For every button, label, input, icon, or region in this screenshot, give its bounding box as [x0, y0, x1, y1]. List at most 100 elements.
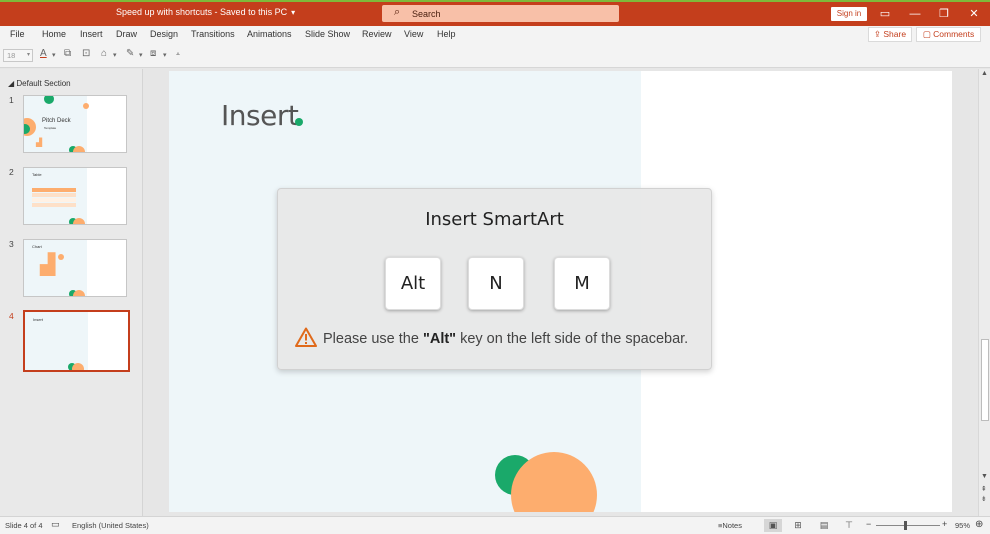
warning-message: Please use the "Alt" key on the left sid…	[295, 327, 705, 351]
decor-dot	[83, 103, 89, 109]
close-icon[interactable]: ✕	[963, 5, 985, 23]
spelling-check-icon[interactable]: ▭	[51, 519, 60, 530]
font-size-value: 18	[7, 51, 16, 60]
pen-icon[interactable]: ✎	[126, 48, 134, 59]
zoom-in-button[interactable]: +	[942, 519, 947, 529]
comments-label: Comments	[933, 29, 975, 39]
reading-view-icon[interactable]: ▤	[815, 519, 833, 532]
slide-title[interactable]: Insert	[221, 99, 299, 132]
text-box-icon[interactable]: ⊡	[82, 48, 90, 59]
search-icon: ⌕	[394, 6, 401, 18]
scroll-down-icon[interactable]: ▼	[981, 473, 988, 480]
zoom-out-button[interactable]: −	[866, 519, 871, 529]
thumbnail-subtitle: Template	[44, 126, 57, 130]
menu-file[interactable]: File	[10, 29, 25, 39]
title-dot	[295, 118, 303, 126]
warning-text: Please use the "Alt" key on the left sid…	[323, 331, 688, 347]
ribbon-display-options-icon[interactable]: ▭	[874, 5, 896, 23]
next-slide-icon[interactable]: ⇟	[981, 495, 987, 503]
chevron-down-icon[interactable]: ▾	[113, 51, 117, 59]
slide-counter: Slide 4 of 4	[5, 521, 43, 530]
zoom-slider[interactable]	[876, 525, 940, 526]
zoom-level[interactable]: 95%	[955, 521, 970, 530]
slide-thumbnail-pane: ◢ Default Section 1 Pitch Deck Template …	[0, 69, 143, 516]
keycap-m: M	[554, 257, 610, 310]
chevron-down-icon[interactable]: ▾	[139, 51, 143, 59]
menu-draw[interactable]: Draw	[116, 29, 137, 39]
thumbnail-title: Pitch Deck	[42, 118, 71, 124]
section-header[interactable]: ◢ Default Section	[8, 79, 71, 88]
slide-sorter-icon[interactable]: ⊞	[789, 519, 807, 532]
slide-thumbnail-3[interactable]: Chart ▟	[23, 239, 127, 297]
search-input[interactable]: ⌕ Search	[382, 5, 619, 22]
thumbnail-title: Table	[32, 172, 42, 177]
scroll-up-icon[interactable]: ▲	[981, 70, 988, 77]
normal-view-icon[interactable]: ▣	[764, 519, 782, 532]
fit-to-window-icon[interactable]: ⊕	[975, 519, 983, 530]
slide-number: 4	[9, 311, 14, 321]
menu-home[interactable]: Home	[42, 29, 66, 39]
notes-button[interactable]: ≡Notes	[718, 521, 742, 530]
section-title: Default Section	[16, 79, 71, 88]
menu-help[interactable]: Help	[437, 29, 456, 39]
sign-in-button[interactable]: Sign in	[831, 7, 867, 21]
chevron-down-icon[interactable]: ▾	[52, 51, 56, 59]
thumbnail-title: Insert	[33, 317, 44, 322]
keycap-n: N	[468, 257, 524, 310]
customize-toolbar-icon[interactable]: ⩡	[176, 51, 180, 59]
mini-table-row	[32, 188, 76, 192]
chevron-down-icon[interactable]: ▾	[291, 8, 295, 17]
slide-thumbnail-1[interactable]: Pitch Deck Template ▟	[23, 95, 127, 153]
vertical-scrollbar[interactable]: ▲ ▼ ⇞ ⇟	[978, 69, 990, 516]
font-color-icon[interactable]: A	[40, 48, 47, 59]
mini-table-row	[32, 193, 76, 197]
menu-view[interactable]: View	[404, 29, 423, 39]
keycap-alt: Alt	[385, 257, 441, 310]
menu-bar: File Home Insert Draw Design Transitions…	[0, 26, 990, 44]
menu-transitions[interactable]: Transitions	[191, 29, 235, 39]
menu-slide-show[interactable]: Slide Show	[305, 29, 350, 39]
notes-label: Notes	[722, 521, 742, 530]
mini-table	[32, 188, 76, 208]
warning-icon	[295, 327, 317, 347]
decor-dot	[58, 254, 64, 260]
highlighter-icon[interactable]: ⌂	[101, 48, 107, 59]
document-title[interactable]: Speed up with shortcuts - Saved to this …	[116, 7, 295, 17]
slide-show-icon[interactable]: ⊤	[840, 519, 858, 532]
overlay-title: Insert SmartArt	[425, 209, 564, 230]
font-size-select[interactable]: 18 ▾	[3, 49, 33, 62]
zoom-slider-handle[interactable]	[904, 521, 907, 530]
comments-button[interactable]: ▢ Comments	[916, 27, 981, 42]
chevron-down-icon: ▾	[26, 52, 30, 58]
menu-insert[interactable]: Insert	[80, 29, 103, 39]
arrange-icon[interactable]: ⧈	[150, 48, 156, 59]
decor-dot	[73, 290, 85, 296]
language-indicator[interactable]: English (United States)	[72, 521, 149, 530]
restore-icon[interactable]: ❐	[933, 5, 955, 23]
status-bar: Slide 4 of 4 ▭ English (United States) ≡…	[0, 516, 990, 534]
quick-toolbar: 18 ▾ A ▾ ⧉ ⊡ ⌂ ▾ ✎ ▾ ⧈ ▾ ⩡	[0, 44, 990, 68]
thumbnail-title: Chart	[32, 244, 42, 249]
share-label: Share	[883, 29, 907, 39]
minimize-icon[interactable]: —	[904, 5, 926, 23]
decor-dot	[73, 146, 85, 152]
previous-slide-icon[interactable]: ⇞	[981, 485, 987, 493]
mini-table-row	[32, 203, 76, 207]
menu-animations[interactable]: Animations	[247, 29, 292, 39]
comment-icon: ▢	[922, 29, 934, 39]
slide-thumbnail-4[interactable]: Insert	[23, 310, 130, 372]
title-bar: Speed up with shortcuts - Saved to this …	[0, 0, 990, 26]
slide-number: 1	[9, 95, 14, 105]
shape-fill-icon[interactable]: ⧉	[64, 48, 71, 59]
bar-chart-icon: ▟	[40, 254, 56, 276]
chevron-down-icon[interactable]: ▾	[163, 51, 167, 59]
scrollbar-thumb[interactable]	[981, 339, 989, 421]
slide-number: 3	[9, 239, 14, 249]
slide-number: 2	[9, 167, 14, 177]
document-title-text: Speed up with shortcuts - Saved to this …	[116, 7, 288, 17]
menu-design[interactable]: Design	[150, 29, 178, 39]
share-button[interactable]: ⇪ Share	[868, 27, 912, 42]
slide-thumbnail-2[interactable]: Table	[23, 167, 127, 225]
warning-suffix: key on the left side of the spacebar.	[456, 331, 689, 347]
menu-review[interactable]: Review	[362, 29, 392, 39]
